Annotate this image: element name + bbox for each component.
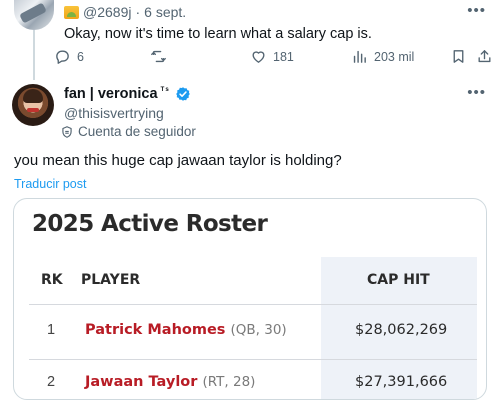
- column-header-player: PLAYER: [81, 272, 141, 288]
- parent-tweet-meta: @2689j · 6 sept.: [64, 4, 186, 20]
- like-button[interactable]: 181: [250, 48, 294, 65]
- table-row: 2 Jawaan Taylor (RT, 28) $27,391,666: [29, 364, 477, 399]
- follower-label-text: Cuenta de seguidor: [78, 124, 196, 139]
- row-rank: 2: [47, 374, 56, 390]
- header-divider: [29, 304, 477, 305]
- row-cap-hit: $27,391,666: [355, 374, 448, 390]
- bookmark-icon: [453, 50, 464, 63]
- parent-date[interactable]: 6 sept.: [144, 4, 186, 20]
- meta-separator: ·: [135, 4, 141, 20]
- reply-icon: [56, 50, 69, 64]
- share-button[interactable]: [476, 48, 493, 65]
- row-player: Patrick Mahomes (QB, 30): [85, 322, 287, 338]
- bookmark-button[interactable]: [450, 48, 467, 65]
- reply-name-suffix: ᵀˢ: [160, 85, 170, 95]
- player-position: (RT, 28): [202, 374, 256, 390]
- views-icon: [353, 50, 366, 63]
- parent-tweet[interactable]: @2689j · 6 sept. ••• Okay, now it's time…: [0, 0, 500, 80]
- column-header-cap-hit: CAP HIT: [367, 272, 430, 288]
- table-row: 1 Patrick Mahomes (QB, 30) $28,062,269: [29, 312, 477, 352]
- parent-action-bar: 6 181 203 mil: [54, 48, 494, 70]
- row-cap-hit: $28,062,269: [355, 322, 448, 338]
- reply-display-name[interactable]: fan | veronica: [64, 86, 158, 102]
- retweet-button[interactable]: [150, 48, 173, 65]
- image-emoji-icon: [64, 5, 79, 19]
- share-icon: [478, 50, 491, 63]
- reply-button[interactable]: 6: [54, 48, 84, 65]
- reply-more-icon[interactable]: •••: [467, 84, 486, 101]
- more-icon[interactable]: •••: [467, 2, 486, 19]
- attached-image[interactable]: 2025 Active Roster RK PLAYER CAP HIT 1 P…: [13, 198, 487, 400]
- reply-tweet-text: you mean this huge cap jawaan taylor is …: [14, 152, 342, 169]
- roster-title: 2025 Active Roster: [32, 211, 268, 237]
- player-name: Jawaan Taylor: [85, 374, 198, 390]
- views-count: 203 mil: [374, 49, 415, 64]
- roster-table: RK PLAYER CAP HIT 1 Patrick Mahomes (QB,…: [29, 257, 477, 399]
- follower-account-label: Cuenta de seguidor: [60, 124, 196, 139]
- like-count: 181: [273, 49, 294, 64]
- parent-avatar[interactable]: [14, 0, 54, 30]
- parent-handle[interactable]: @2689j: [83, 4, 131, 20]
- parent-tweet-text: Okay, now it's time to learn what a sala…: [64, 26, 372, 42]
- retweet-icon: [151, 50, 166, 63]
- translate-post-link[interactable]: Traducir post: [14, 177, 86, 191]
- reply-handle[interactable]: @thisisvertrying: [64, 105, 164, 121]
- player-name: Patrick Mahomes: [85, 322, 226, 338]
- column-header-rk: RK: [41, 272, 63, 288]
- views-button[interactable]: 203 mil: [351, 48, 414, 65]
- reply-avatar[interactable]: [12, 84, 54, 126]
- player-position: (QB, 30): [230, 322, 287, 338]
- row-player: Jawaan Taylor (RT, 28): [85, 374, 255, 390]
- reply-count: 6: [77, 49, 84, 64]
- follower-shield-icon: [62, 125, 72, 138]
- reply-author-row: fan | veronica ᵀˢ: [64, 85, 191, 102]
- verified-badge-icon: [176, 87, 190, 101]
- row-rank: 1: [47, 322, 56, 338]
- row-divider: [29, 359, 477, 360]
- thread-connector-line: [33, 30, 35, 80]
- like-icon: [252, 51, 265, 63]
